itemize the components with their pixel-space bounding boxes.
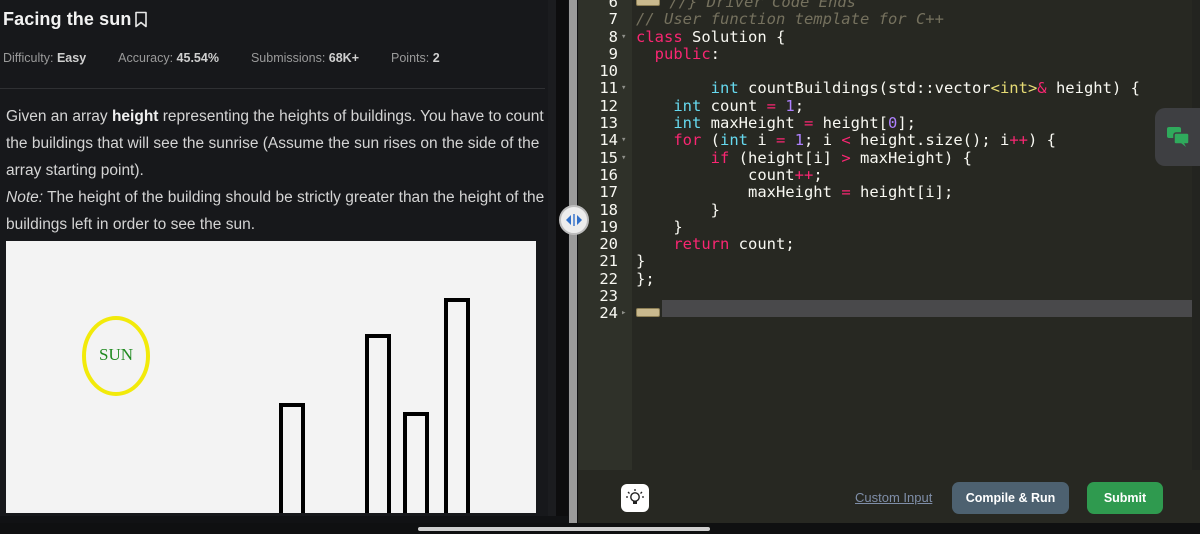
line-number: 10 (599, 62, 618, 81)
lightbulb-icon (626, 489, 644, 504)
code-text: } (636, 252, 646, 271)
problem-illustration: SUN (6, 241, 536, 513)
line-number: 22 (599, 269, 618, 288)
folded-code-marker[interactable] (636, 308, 660, 318)
code-editor[interactable]: 6 //} Driver Code Ends 7// User function … (578, 0, 1200, 523)
building-4 (444, 298, 470, 513)
building-2 (365, 334, 391, 513)
code-text: count++; (636, 165, 823, 184)
code-text: int count = 1; (673, 96, 805, 115)
code-text: maxHeight = height[i]; (636, 183, 954, 202)
folded-code-marker[interactable] (636, 0, 660, 6)
submissions-meta: Submissions: 68K+ (250, 51, 360, 65)
code-text: } (636, 217, 683, 236)
panel-gap (556, 0, 568, 516)
compile-run-button[interactable]: Compile & Run (952, 482, 1069, 514)
code-text: int countBuildings(std::vector<int>& hei… (710, 79, 1140, 98)
note-label: Note: (6, 189, 44, 206)
line-number: 14 (599, 131, 618, 150)
code-text (636, 305, 660, 322)
code-text: if (height[i] > maxHeight) { (710, 148, 972, 167)
chat-button[interactable] (1155, 108, 1200, 166)
line-number: 17 (599, 183, 618, 202)
code-text: for (int i = 1; i < height.size(); i++) … (673, 131, 1057, 150)
fold-toggle-icon[interactable]: ▾ (621, 29, 626, 46)
problem-panel: Facing the sun Difficulty: Easy Accuracy… (0, 0, 568, 516)
difficulty-meta: Difficulty: Easy (3, 51, 87, 65)
problem-title: Facing the sun (3, 9, 132, 29)
highlight-term: height (111, 108, 159, 125)
line-number: 13 (599, 114, 618, 133)
code-text: class Solution { (636, 27, 786, 46)
accuracy-meta: Accuracy: 45.54% (118, 51, 219, 65)
editor-scrollbar[interactable] (1192, 0, 1200, 523)
resize-arrows-icon (566, 214, 582, 226)
sun-label: SUN (99, 345, 133, 364)
code-text: }; (636, 269, 655, 288)
fold-toggle-icon[interactable]: ▾ (621, 80, 626, 97)
panel-splitter[interactable] (569, 0, 577, 534)
hint-button[interactable] (621, 484, 649, 512)
building-1 (279, 403, 305, 513)
line-number: 15 (599, 148, 618, 167)
code-text: // User function template for C++ (636, 10, 944, 29)
bookmark-icon[interactable] (134, 11, 148, 28)
chat-bubbles-icon (1166, 127, 1190, 147)
line-number: 23 (599, 287, 618, 306)
panel-resize-handle[interactable] (559, 205, 589, 235)
line-number: 11 (599, 79, 618, 98)
fold-toggle-icon[interactable]: ▾ (621, 150, 626, 167)
line-number: 21 (599, 252, 618, 271)
code-text: public: (654, 44, 721, 63)
points-meta: Points: 2 (391, 51, 440, 65)
folded-region-highlight (662, 300, 1200, 317)
line-number: 16 (599, 165, 618, 184)
code-text: return count; (673, 235, 795, 254)
custom-input-link[interactable]: Custom Input (855, 490, 932, 505)
problem-meta: Difficulty: Easy Accuracy: 45.54% Submis… (3, 51, 472, 65)
home-indicator[interactable] (418, 527, 710, 531)
problem-title-row: Facing the sun (3, 9, 148, 30)
fold-toggle-icon[interactable]: ▾ (621, 132, 626, 149)
line-number: 12 (599, 96, 618, 115)
problem-scrollbar[interactable] (548, 0, 556, 516)
problem-description: Given an array height representing the h… (6, 108, 545, 233)
building-3 (403, 412, 429, 513)
line-number: 20 (599, 235, 618, 254)
line-number: 24 (599, 304, 618, 323)
code-text: } (636, 200, 720, 219)
submit-button[interactable]: Submit (1087, 482, 1163, 514)
code-text: int maxHeight = height[0]; (673, 114, 916, 133)
line-number: 7 (608, 10, 618, 29)
fold-toggle-icon[interactable]: ▸ (621, 305, 626, 322)
meta-divider (0, 88, 545, 89)
line-number: 8 (608, 27, 618, 46)
line-number: 9 (608, 44, 618, 63)
buildings-diagram: SUN (82, 298, 470, 513)
